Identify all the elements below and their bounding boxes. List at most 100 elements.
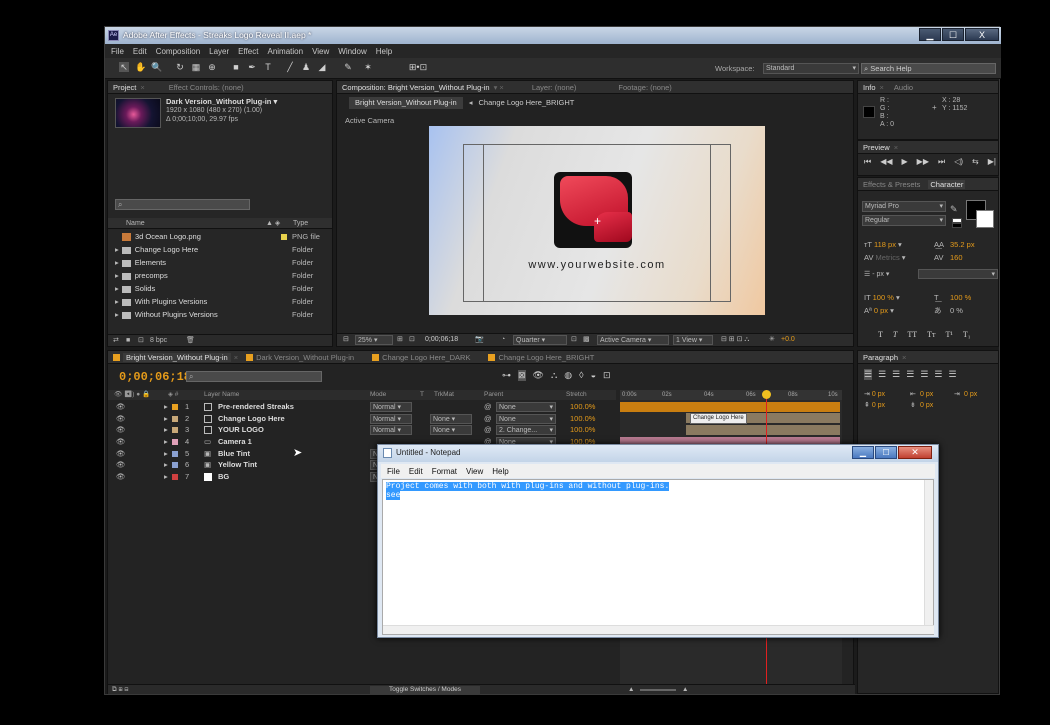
vertical-scale-value[interactable]: 100 % [873,293,894,302]
eraser-tool-icon[interactable]: ◢ [317,62,327,72]
expand-arrow-icon[interactable]: ▸ [164,424,168,436]
new-folder-icon[interactable]: ■ [126,335,130,347]
trkmat-dropdown[interactable]: None ▾ [430,425,472,436]
font-style-dropdown[interactable]: Regular ▾ [862,215,946,226]
trkmat-dropdown[interactable]: None ▾ [430,413,472,424]
list-item[interactable]: ▸ With Plugins Versions Folder [108,234,320,308]
justify-center-icon[interactable]: ☰ [920,369,928,380]
expand-arrow-icon[interactable]: ▸ [164,448,168,460]
parent-dropdown[interactable]: 2. Change... ▾ [496,425,556,436]
horizontal-scrollbar[interactable] [383,625,934,634]
workspace-dropdown[interactable]: Standard ▾ [763,63,859,74]
justify-all-icon[interactable]: ☰ [948,369,956,380]
col-t[interactable]: T [420,390,424,400]
notepad-menu-edit[interactable]: Edit [409,467,423,476]
viewer-timecode[interactable]: 0;00;06;18 [425,334,458,346]
brush-tool-icon[interactable]: ╱ [285,62,295,72]
ram-preview-icon[interactable]: ▶| [988,157,996,167]
zoom-dropdown[interactable]: 25% ▾ [355,335,393,345]
layer-name[interactable]: Change Logo Here [218,413,285,425]
first-frame-icon[interactable]: ⏮ [864,157,871,167]
new-comp-icon[interactable]: ⊡ [138,335,144,347]
notepad-menu-format[interactable]: Format [432,467,457,476]
layer-name[interactable]: Camera 1 [218,436,252,448]
layer-name[interactable]: Pre-rendered Streaks [218,401,294,413]
horizontal-scale-value[interactable]: 100 % [950,291,971,304]
search-help-input[interactable]: ⌕ Search Help [861,63,996,74]
notepad-close-button[interactable]: ✕ [898,446,932,459]
menu-help[interactable]: Help [376,47,392,56]
layer-search-input[interactable]: ⌕ [186,371,322,382]
menu-effect[interactable]: Effect [238,47,258,56]
tab-layer[interactable]: Layer: (none) [532,83,577,92]
vertical-scrollbar[interactable] [924,480,933,625]
visibility-icon[interactable]: 👁 [116,448,126,460]
breadcrumb-precomp[interactable]: Change Logo Here_BRIGHT [478,97,574,109]
expand-arrow-icon[interactable]: ▸ [164,459,168,471]
expand-collapse-icon[interactable]: ⧉ ⊞ ⊟ [112,685,129,695]
tab-project[interactable]: Project [113,83,136,92]
grid-icon[interactable]: ⊡ [409,334,415,346]
menu-view[interactable]: View [312,47,329,56]
layer-bar[interactable] [620,402,840,412]
notepad-menu-file[interactable]: File [387,467,400,476]
visibility-icon[interactable]: 👁 [116,401,126,413]
black-swatch[interactable] [952,223,962,228]
tab-audio[interactable]: Audio [894,83,913,92]
col-type-header[interactable]: Type [293,218,308,229]
prev-frame-icon[interactable]: ◀◀ [880,157,892,167]
parent-dropdown[interactable]: None ▾ [496,413,556,424]
stretch-value[interactable]: 100.0% [570,401,595,413]
trash-icon[interactable]: 🗑 [186,335,195,347]
list-item[interactable]: ▸ precomps Folder [108,234,320,282]
layer-name[interactable]: Yellow Tint [218,459,257,471]
shy-icon[interactable]: 👁 [533,370,544,381]
tracking-value[interactable]: 160 [950,251,963,264]
visibility-icon[interactable]: 👁 [116,459,126,471]
align-center-icon[interactable]: ☰ [878,369,886,380]
visibility-icon[interactable]: 👁 [116,413,126,425]
notepad-maximize-button[interactable]: ☐ [875,446,897,459]
tab-composition[interactable]: Composition: Bright Version_Without Plug… [342,83,490,92]
menu-animation[interactable]: Animation [267,47,303,56]
layer-name[interactable]: Blue Tint [218,448,250,460]
faux-italic-icon[interactable]: T [893,330,897,339]
menu-composition[interactable]: Composition [156,47,200,56]
toggle-pixel-aspect-icon[interactable]: ⊟ ⊞ ⊡ ⛬ [721,334,749,346]
col-trkmat[interactable]: TrkMat [434,390,454,400]
tab-effect-controls[interactable]: Effect Controls: (none) [169,83,244,92]
safe-zones-icon[interactable]: ⊞ [397,334,403,346]
expand-arrow-icon[interactable]: ▸ [164,436,168,448]
justify-right-icon[interactable]: ☰ [934,369,942,380]
space-before-value[interactable]: 0 px [872,402,885,409]
expand-arrow-icon[interactable]: ▸ [115,271,119,280]
audio-icon[interactable]: ◁) [954,157,963,167]
composition-mini-flowchart-icon[interactable]: ⊶ [502,370,511,381]
mode-dropdown[interactable]: Normal ▾ [370,413,412,424]
col-name-header[interactable]: Name [126,218,145,229]
layer-bar[interactable]: Change Logo Here [686,413,840,424]
resolution-dropdown[interactable]: Quarter ▾ [513,335,567,345]
stroke-color-swatch[interactable] [976,210,994,228]
tab-timeline-logo-dark[interactable]: Change Logo Here_DARK [382,353,470,362]
maximize-button[interactable]: ☐ [942,28,964,41]
small-caps-icon[interactable]: Tт [927,330,935,339]
parent-dropdown[interactable]: None ▾ [496,402,556,412]
auto-keyframe-icon[interactable]: ◒ [591,370,596,381]
expand-arrow-icon[interactable]: ▸ [164,401,168,413]
baseline-shift-value[interactable]: 0 px [874,306,888,315]
expand-arrow-icon[interactable]: ▸ [115,310,119,319]
breadcrumb-comp[interactable]: Bright Version_Without Plug-in [349,97,463,109]
next-frame-icon[interactable]: ▶▶ [917,157,929,167]
snapshot-icon[interactable]: 📷 [475,334,484,346]
camera-view-dropdown[interactable]: Active Camera ▾ [597,335,669,345]
col-parent[interactable]: Parent [484,390,503,400]
font-size-value[interactable]: 118 px [874,240,896,249]
menu-window[interactable]: Window [338,47,366,56]
font-family-dropdown[interactable]: Myriad Pro ▾ [862,201,946,212]
list-item[interactable]: 3d Ocean Logo.png PNG file [108,230,320,243]
stroke-type-dropdown[interactable]: ▾ [918,269,998,279]
transparency-grid-icon[interactable]: ▩ [583,334,590,346]
layer-bar[interactable] [686,425,840,435]
expand-arrow-icon[interactable]: ▸ [115,258,119,267]
